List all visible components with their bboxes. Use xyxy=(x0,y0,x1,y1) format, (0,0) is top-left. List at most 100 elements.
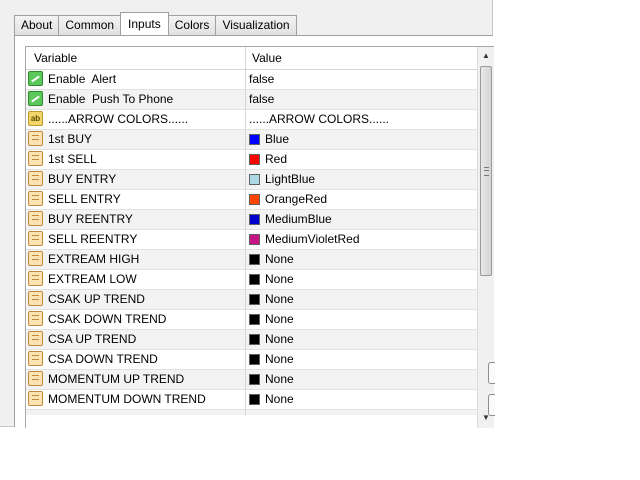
tab-bar: About Common Inputs Colors Visualization xyxy=(14,12,297,35)
color-swatch xyxy=(249,334,260,345)
scrollbar-thumb[interactable] xyxy=(480,66,492,276)
value-cell[interactable]: OrangeRed xyxy=(246,190,327,209)
variable-label: ......ARROW COLORS...... xyxy=(48,112,189,126)
color-swatch xyxy=(249,394,260,405)
variable-cell: SELL REENTRY xyxy=(26,230,246,249)
tab-common[interactable]: Common xyxy=(58,15,122,35)
value-text: false xyxy=(249,92,275,106)
value-cell[interactable]: None xyxy=(246,370,294,389)
value-cell[interactable]: false xyxy=(246,70,274,89)
value-cell[interactable]: ......ARROW COLORS...... xyxy=(246,110,389,129)
table-row[interactable]: EXTREAM HIGH None xyxy=(26,250,477,270)
variable-cell: CSA DOWN TREND xyxy=(26,350,246,369)
tab-about[interactable]: About xyxy=(14,15,60,35)
variable-cell: BUY REENTRY xyxy=(26,210,246,229)
variable-cell: 1st SELL xyxy=(26,150,246,169)
table-row[interactable]: SELL REENTRY MediumVioletRed xyxy=(26,230,477,250)
value-cell[interactable]: LightBlue xyxy=(246,170,315,189)
side-button-partial[interactable] xyxy=(488,362,495,384)
inputs-grid: Variable Value Enable Alert false Enable P… xyxy=(25,46,494,428)
value-text: None xyxy=(265,332,294,346)
variable-cell: Enable Alert xyxy=(26,70,246,89)
color-param-icon xyxy=(28,291,43,306)
table-row[interactable]: CSA DOWN TREND None xyxy=(26,350,477,370)
variable-cell: ab ......ARROW COLORS...... xyxy=(26,110,246,129)
value-text: ......ARROW COLORS...... xyxy=(249,112,390,126)
value-text: false xyxy=(249,72,275,86)
variable-cell: MOMENTUM DOWN TREND xyxy=(26,390,246,409)
value-cell[interactable]: None xyxy=(246,270,294,289)
color-param-icon xyxy=(28,191,43,206)
table-row[interactable]: BUY ENTRY LightBlue xyxy=(26,170,477,190)
color-swatch xyxy=(249,134,260,145)
variable-cell: EXTREAM LOW xyxy=(26,270,246,289)
side-button-partial-2[interactable] xyxy=(488,394,495,416)
color-swatch xyxy=(249,374,260,385)
value-cell[interactable]: MediumVioletRed xyxy=(246,230,360,249)
column-header-variable[interactable]: Variable xyxy=(26,47,246,69)
variable-label: CSA DOWN TREND xyxy=(48,352,158,366)
indicator-properties-dialog: About Common Inputs Colors Visualization… xyxy=(0,0,495,428)
value-text: Red xyxy=(265,152,288,166)
value-cell[interactable]: None xyxy=(246,290,294,309)
table-row[interactable]: CSAK UP TREND None xyxy=(26,290,477,310)
variable-cell: BUY ENTRY xyxy=(26,170,246,189)
tab-visualization[interactable]: Visualization xyxy=(215,15,297,35)
table-row[interactable]: BUY REENTRY MediumBlue xyxy=(26,210,477,230)
green-bool-icon xyxy=(28,91,43,106)
value-text: None xyxy=(265,312,294,326)
value-cell[interactable]: Red xyxy=(246,150,287,169)
color-swatch xyxy=(249,234,260,245)
table-row-partial[interactable] xyxy=(26,410,477,415)
table-row[interactable]: ab ......ARROW COLORS...... ......ARROW CO… xyxy=(26,110,477,130)
value-text: MediumVioletRed xyxy=(265,232,360,246)
value-cell[interactable]: None xyxy=(246,390,294,409)
variable-label: Enable Alert xyxy=(48,72,117,86)
value-text: LightBlue xyxy=(265,172,316,186)
value-cell[interactable]: None xyxy=(246,350,294,369)
variable-label: MOMENTUM UP TREND xyxy=(48,372,185,386)
grip-icon xyxy=(484,167,489,176)
color-param-icon xyxy=(28,251,43,266)
table-row[interactable]: 1st BUY Blue xyxy=(26,130,477,150)
variable-label: CSAK DOWN TREND xyxy=(48,312,167,326)
table-row[interactable]: 1st SELL Red xyxy=(26,150,477,170)
variable-label: EXTREAM HIGH xyxy=(48,252,140,266)
table-row[interactable]: MOMENTUM DOWN TREND None xyxy=(26,390,477,410)
color-param-icon xyxy=(28,331,43,346)
value-cell[interactable]: false xyxy=(246,90,274,109)
column-header-value[interactable]: Value xyxy=(246,47,282,69)
color-swatch xyxy=(249,154,260,165)
variable-label: BUY ENTRY xyxy=(48,172,117,186)
table-row[interactable]: CSA UP TREND None xyxy=(26,330,477,350)
value-text: None xyxy=(265,392,294,406)
table-row[interactable]: MOMENTUM UP TREND None xyxy=(26,370,477,390)
grid-header: Variable Value xyxy=(26,47,477,70)
tab-inputs[interactable]: Inputs xyxy=(120,12,169,35)
value-cell[interactable]: MediumBlue xyxy=(246,210,332,229)
variable-label: SELL REENTRY xyxy=(48,232,138,246)
table-row[interactable]: Enable Push To Phone false xyxy=(26,90,477,110)
value-text: None xyxy=(265,292,294,306)
table-row[interactable]: SELL ENTRY OrangeRed xyxy=(26,190,477,210)
tab-colors[interactable]: Colors xyxy=(167,15,217,35)
value-cell[interactable]: None xyxy=(246,250,294,269)
variable-cell: CSAK UP TREND xyxy=(26,290,246,309)
variable-label: 1st SELL xyxy=(48,152,97,166)
table-row[interactable]: EXTREAM LOW None xyxy=(26,270,477,290)
value-cell[interactable]: None xyxy=(246,330,294,349)
value-text: None xyxy=(265,252,294,266)
color-param-icon xyxy=(28,391,43,406)
variable-cell: CSAK DOWN TREND xyxy=(26,310,246,329)
value-text: MediumBlue xyxy=(265,212,332,226)
variable-cell: CSA UP TREND xyxy=(26,330,246,349)
value-cell[interactable]: Blue xyxy=(246,130,289,149)
table-row[interactable]: CSAK DOWN TREND None xyxy=(26,310,477,330)
value-text: Blue xyxy=(265,132,290,146)
value-cell[interactable]: None xyxy=(246,310,294,329)
color-swatch xyxy=(249,194,260,205)
variable-cell: MOMENTUM UP TREND xyxy=(26,370,246,389)
table-row[interactable]: Enable Alert false xyxy=(26,70,477,90)
color-param-icon xyxy=(28,271,43,286)
scroll-up-arrow-icon[interactable]: ▲ xyxy=(478,47,494,64)
